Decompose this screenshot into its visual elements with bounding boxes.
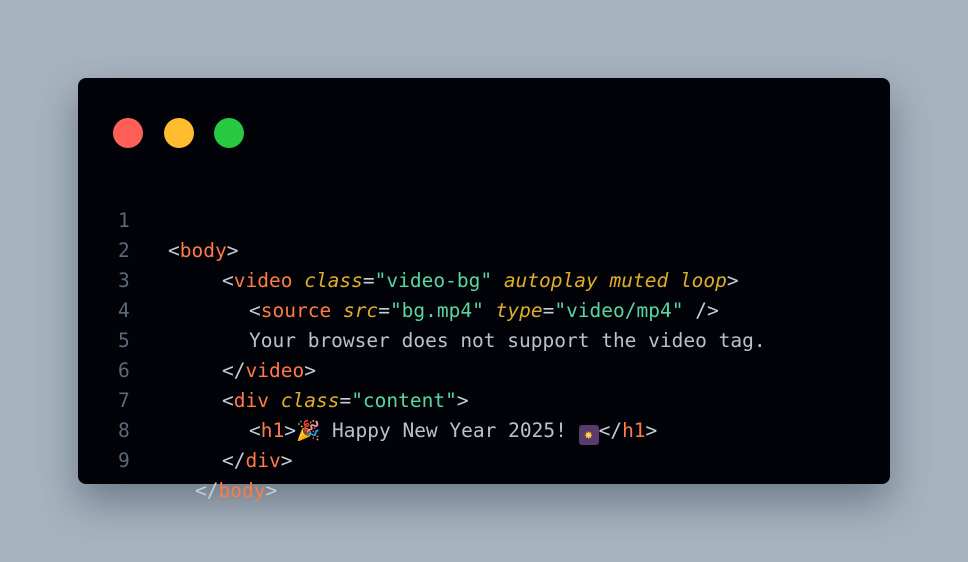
zoom-window-button[interactable] — [214, 118, 244, 148]
code-line: 2 <video class="video-bg" autoplay muted… — [78, 206, 890, 292]
tag-bracket: </ — [195, 479, 219, 502]
tag-bracket: > — [280, 449, 293, 472]
code-line: 8 </div> — [78, 386, 890, 472]
tag-name: div — [245, 449, 281, 472]
code-line: 6 <div class="content"> — [78, 326, 890, 412]
code-line: 7 <h1>🎉 Happy New Year 2025! ✸ </h1> — [78, 356, 890, 445]
code-block: 1 <body> 2 <video class="video-bg" autop… — [78, 176, 890, 502]
minimize-window-button[interactable] — [164, 118, 194, 148]
tag-bracket: </ — [222, 449, 246, 472]
line-number: 9 — [118, 449, 130, 472]
code-content: </body> — [195, 476, 277, 506]
code-line: 5 </video> — [78, 296, 890, 382]
code-line: 4 Your browser does not support the vide… — [78, 266, 890, 352]
code-line: 3 <source src="bg.mp4" type="video/mp4" … — [78, 236, 890, 322]
code-line: 9 </body> — [78, 416, 890, 502]
code-line: 1 <body> — [78, 176, 890, 262]
tag-name: body — [218, 479, 266, 502]
close-window-button[interactable] — [113, 118, 143, 148]
code-window: 1 <body> 2 <video class="video-bg" autop… — [78, 78, 890, 502]
code-content: </div> — [222, 446, 292, 476]
tag-bracket: > — [265, 479, 278, 502]
